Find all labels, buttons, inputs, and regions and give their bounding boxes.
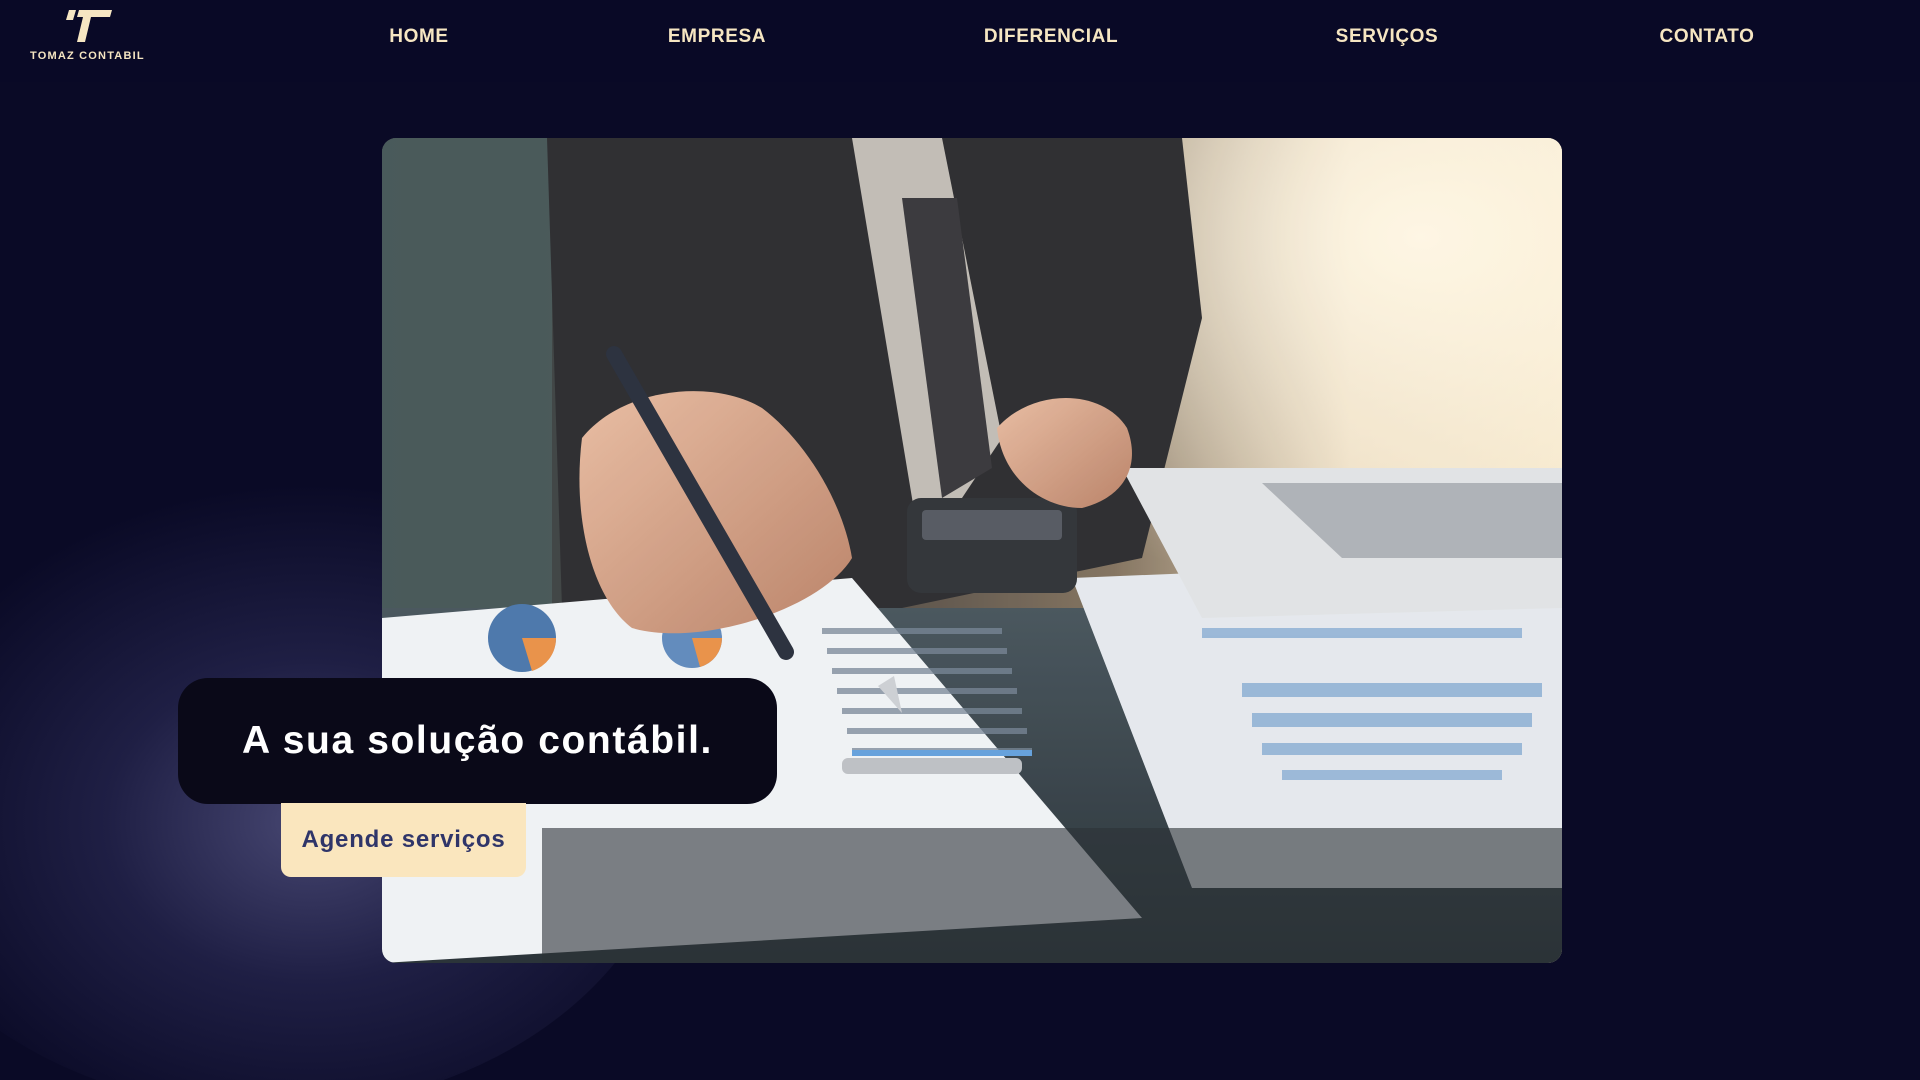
hero-tagline: A sua solução contábil. [242,719,713,762]
site-header: TOMAZ CONTABIL HOME EMPRESA DIFERENCIAL … [0,0,1920,82]
nav-home[interactable]: HOME [388,26,450,52]
page: TOMAZ CONTABIL HOME EMPRESA DIFERENCIAL … [0,0,1920,1080]
nav-empresa[interactable]: EMPRESA [667,26,767,52]
nav-servicos[interactable]: SERVIÇOS [1334,26,1440,52]
nav-contato[interactable]: CONTATO [1655,26,1759,52]
accountant-desk-photo [382,138,1562,963]
nav-diferencial[interactable]: DIFERENCIAL [983,26,1119,52]
schedule-services-button[interactable]: Agende serviços [281,803,526,877]
hero-image [382,138,1562,963]
main-nav: HOME EMPRESA DIFERENCIAL SERVIÇOS CONTAT… [0,0,1920,78]
tagline-box: A sua solução contábil. [178,678,777,804]
